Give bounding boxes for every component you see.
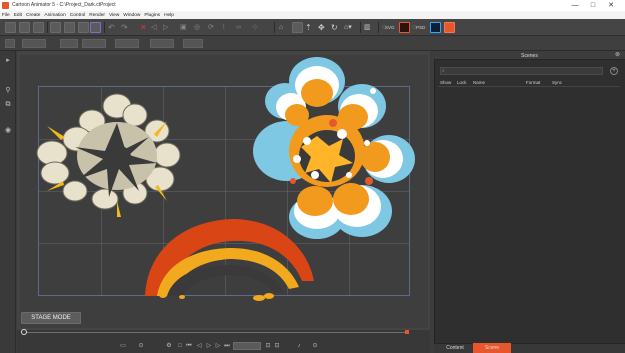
timeline-bar bbox=[17, 330, 430, 353]
timeline-playhead[interactable] bbox=[21, 329, 27, 335]
tab-content[interactable]: Content bbox=[440, 343, 470, 353]
image-icon[interactable] bbox=[292, 22, 303, 33]
bone-tool-icon[interactable]: ⚲ bbox=[4, 87, 12, 95]
range-icon[interactable]: ⊡ bbox=[274, 343, 280, 349]
menu-file[interactable]: File bbox=[2, 13, 10, 18]
column-lock[interactable]: Lock bbox=[457, 80, 467, 85]
stage-option-1[interactable] bbox=[22, 39, 46, 48]
camera-tool-icon[interactable]: ◉ bbox=[4, 127, 12, 135]
photoshop-icon[interactable] bbox=[430, 22, 441, 33]
menu-render[interactable]: Render bbox=[89, 13, 105, 18]
frame-number-input[interactable] bbox=[233, 342, 261, 350]
column-show[interactable]: Show bbox=[440, 80, 451, 85]
volume-icon[interactable]: ♪ bbox=[296, 343, 302, 349]
menu-window[interactable]: Window bbox=[123, 13, 140, 18]
deform-tool-icon[interactable]: ⧉ bbox=[4, 101, 12, 109]
zoom-icon[interactable]: ⊙ bbox=[312, 343, 318, 349]
video-icon[interactable] bbox=[90, 22, 101, 33]
align-icon[interactable]: ▥ bbox=[364, 22, 375, 33]
step-back-icon[interactable]: ◁ bbox=[151, 22, 162, 33]
minimize-button[interactable]: — bbox=[568, 1, 582, 10]
first-frame-icon[interactable]: ⏮ bbox=[186, 343, 192, 349]
menu-control[interactable]: Control bbox=[70, 13, 85, 18]
redo-icon[interactable]: ↷ bbox=[121, 22, 132, 33]
link-icon[interactable]: ∞ bbox=[236, 22, 247, 33]
move-icon[interactable]: ✥ bbox=[318, 22, 329, 33]
settings-icon[interactable]: ⚙ bbox=[166, 343, 172, 349]
stop-icon[interactable]: □ bbox=[177, 343, 183, 349]
play-icon[interactable]: ▷ bbox=[206, 343, 212, 349]
undo-icon[interactable]: ↶ bbox=[108, 22, 119, 33]
menu-create[interactable]: Create bbox=[26, 13, 40, 18]
psd-label: PSD bbox=[416, 25, 426, 30]
smoke-cloud-sprite bbox=[36, 93, 181, 217]
screen-icon[interactable]: ⌂ bbox=[279, 22, 290, 33]
add-scene-icon[interactable]: + bbox=[610, 67, 618, 75]
stage-option-3[interactable] bbox=[82, 39, 106, 48]
rotate-icon[interactable]: ↻ bbox=[331, 22, 342, 33]
next-frame-icon[interactable]: ▷ bbox=[215, 343, 221, 349]
toggle-panel-icon[interactable] bbox=[5, 39, 15, 48]
speed-icon[interactable]: ⊙ bbox=[138, 343, 144, 349]
column-sync[interactable]: Sync bbox=[552, 80, 562, 85]
window-title: Cartoon Animator 5 - C:\Project_Dark.ctP… bbox=[12, 2, 116, 8]
cartoon-animator-icon[interactable] bbox=[444, 22, 455, 33]
move-up-icon[interactable]: ⇡ bbox=[305, 22, 316, 33]
stage-option-5[interactable] bbox=[150, 39, 174, 48]
app-logo-icon bbox=[2, 2, 9, 9]
puppet-icon[interactable]: ⌇ bbox=[222, 22, 233, 33]
delete-icon[interactable]: ✕ bbox=[138, 22, 149, 33]
loop-icon[interactable]: ▭ bbox=[120, 343, 126, 349]
menu-bar: File Edit Create Animation Control Rende… bbox=[0, 11, 625, 19]
keyframe-icon[interactable]: ⊡ bbox=[265, 343, 271, 349]
fire-explosion-sprite bbox=[253, 57, 415, 239]
panel-close-icon[interactable]: ⊗ bbox=[614, 52, 621, 59]
scenes-column-headers: Show Lock Name Format Sync bbox=[438, 79, 620, 87]
timeline-end-marker[interactable] bbox=[405, 330, 409, 334]
illustrator-icon[interactable] bbox=[399, 22, 410, 33]
open-project-icon[interactable] bbox=[19, 22, 30, 33]
menu-animation[interactable]: Animation bbox=[44, 13, 65, 18]
tab-scene[interactable]: Scene bbox=[473, 343, 511, 353]
new-project-icon[interactable] bbox=[5, 22, 16, 33]
main-toolbar: ↶ ↷ ✕ ◁ ▷ ▣ ◎ ⟳ ⌇ ∞ ⊹ ⌂ ⇡ ✥ ↻ ⌂▾ ▥ ◌ SVG… bbox=[0, 19, 625, 36]
maximize-button[interactable]: □ bbox=[586, 1, 600, 10]
export-icon[interactable] bbox=[64, 22, 75, 33]
title-bar: Cartoon Animator 5 - C:\Project_Dark.ctP… bbox=[0, 0, 625, 11]
secondary-toolbar bbox=[0, 36, 625, 51]
menu-view[interactable]: View bbox=[109, 13, 119, 18]
menu-help[interactable]: Help bbox=[164, 13, 174, 18]
camera-icon[interactable]: ▣ bbox=[180, 22, 191, 33]
timeline-track[interactable] bbox=[23, 332, 409, 333]
menu-edit[interactable]: Edit bbox=[14, 13, 22, 18]
scenes-search-input[interactable] bbox=[440, 67, 603, 75]
column-name[interactable]: Name bbox=[473, 80, 485, 85]
stage-option-2[interactable] bbox=[60, 39, 78, 48]
scene-icon[interactable]: ⌂▾ bbox=[344, 22, 355, 33]
column-format[interactable]: Format bbox=[526, 80, 540, 85]
render-icon[interactable] bbox=[78, 22, 89, 33]
pose-icon[interactable]: ⊹ bbox=[252, 22, 263, 33]
close-button[interactable]: ✕ bbox=[604, 1, 618, 10]
stage-mode-button[interactable]: STAGE MODE bbox=[21, 312, 81, 324]
scenes-panel bbox=[434, 51, 625, 353]
step-forward-icon[interactable]: ▷ bbox=[163, 22, 174, 33]
stage-option-4[interactable] bbox=[115, 39, 139, 48]
motion-icon[interactable]: ⟳ bbox=[208, 22, 219, 33]
fire-arc-sprite bbox=[145, 219, 314, 301]
search-icon: ⌕ bbox=[442, 68, 445, 74]
svg-label: SVG bbox=[385, 25, 395, 30]
import-icon[interactable] bbox=[50, 22, 61, 33]
stage-artwork bbox=[36, 57, 415, 301]
menu-plugins[interactable]: Plugins bbox=[144, 13, 160, 18]
scenes-panel-title: Scenes bbox=[521, 53, 538, 59]
record-icon[interactable]: ◎ bbox=[194, 22, 205, 33]
save-project-icon[interactable] bbox=[33, 22, 44, 33]
stage-option-6[interactable] bbox=[183, 39, 203, 48]
prev-frame-icon[interactable]: ◁ bbox=[196, 343, 202, 349]
left-toolbox: ▸ ⚲ ⧉ ◉ bbox=[0, 51, 16, 353]
last-frame-icon[interactable]: ⏭ bbox=[224, 343, 230, 349]
select-tool-icon[interactable]: ▸ bbox=[4, 57, 12, 65]
